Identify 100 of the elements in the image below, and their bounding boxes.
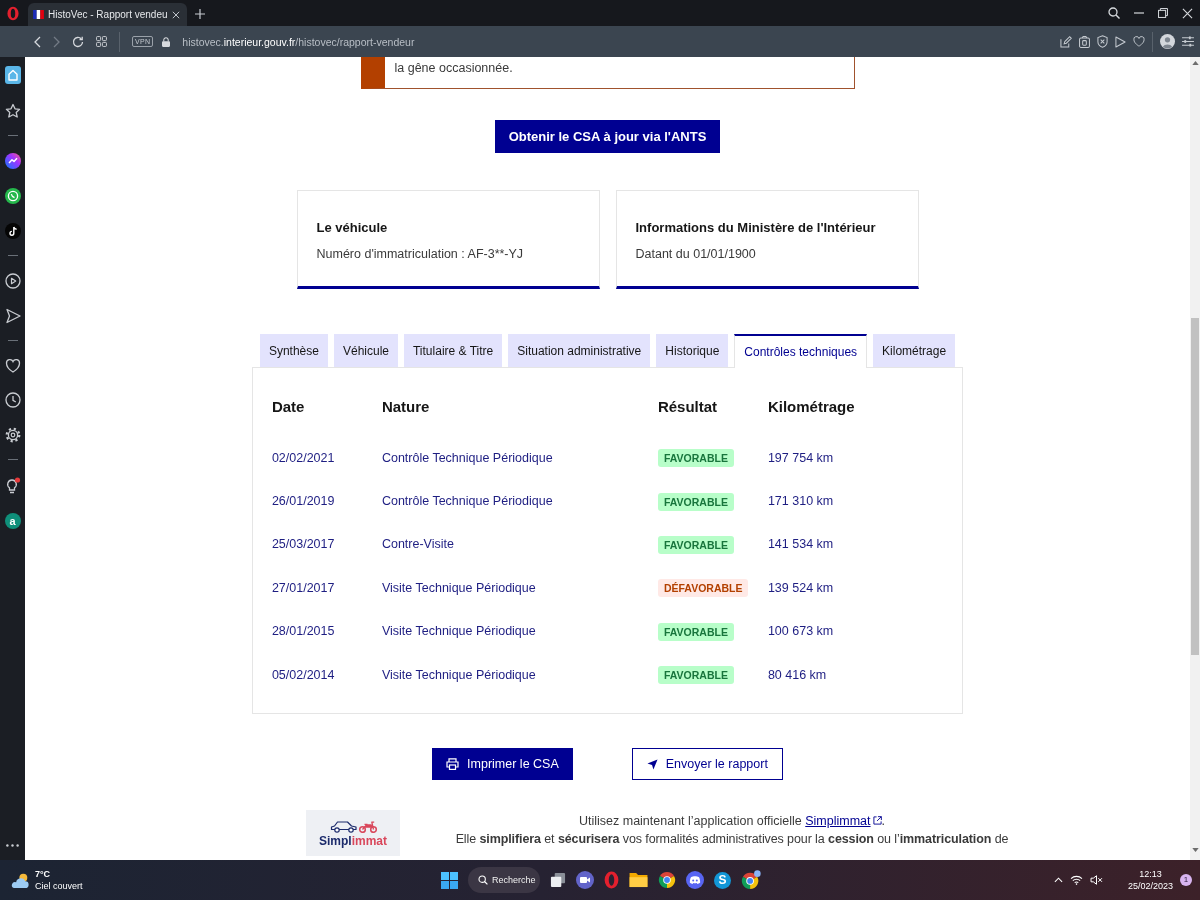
caret-up-icon[interactable]: [1191, 61, 1199, 65]
play-circle-icon[interactable]: [4, 273, 21, 289]
date-cell-text: 27/01/2017: [271, 580, 336, 595]
close-icon[interactable]: [1182, 7, 1193, 19]
search-icon[interactable]: [1108, 7, 1120, 19]
section-tab[interactable]: Synthèse: [259, 334, 328, 367]
mileage-cell-text: 80 416 km: [767, 667, 828, 682]
nature-cell-text: Contrôle Technique Périodique: [381, 450, 554, 465]
alert-text: la gêne occasionnée.: [393, 60, 514, 77]
date-cell-text: 26/01/2019: [271, 494, 336, 509]
column-header: Résultat: [657, 397, 719, 415]
nature-cell-text: Contrôle Technique Périodique: [381, 494, 554, 509]
scrollbar-track[interactable]: [1190, 57, 1200, 860]
card-title: Informations du Ministère de l'Intérieur: [635, 220, 877, 236]
shield-icon[interactable]: [1097, 35, 1108, 48]
section-tab[interactable]: Situation administrative: [508, 334, 651, 367]
printer-icon: [446, 758, 460, 771]
plus-icon[interactable]: [194, 9, 205, 19]
whatsapp-logo-icon[interactable]: [4, 188, 21, 204]
heart-icon[interactable]: [1133, 36, 1145, 47]
restore-icon[interactable]: [1158, 8, 1168, 18]
card-text: Numéro d'immatriculation : AF-3**-YJ: [316, 246, 525, 262]
video-call-icon[interactable]: [576, 871, 594, 889]
nature-cell-text: Visite Technique Périodique: [381, 624, 537, 639]
result-badge: FAVORABLE: [657, 666, 734, 685]
browser-tab[interactable]: HistoVec - Rapport vendeu: [28, 3, 187, 26]
lock-icon[interactable]: [162, 36, 171, 47]
scrollbar-thumb[interactable]: [1191, 318, 1199, 655]
task-view-icon[interactable]: [550, 872, 566, 888]
wifi-icon[interactable]: [1069, 875, 1083, 885]
column-header: Date: [271, 397, 306, 415]
section-tab[interactable]: Contrôles techniques: [734, 334, 868, 368]
heart-icon[interactable]: [4, 358, 21, 373]
section-tab[interactable]: Titulaire & Titre: [404, 334, 503, 367]
card-title: Le véhicule: [316, 220, 389, 236]
folder-icon[interactable]: [629, 872, 648, 888]
promo-text: Utilisez maintenant l’application officielle Simplimmat .: [577, 813, 887, 831]
app-button[interactable]: a: [4, 513, 21, 529]
mileage-cell-text: 197 754 km: [767, 450, 835, 465]
date-cell-text: 05/02/2014: [271, 667, 336, 682]
windows-logo-icon[interactable]: [441, 871, 458, 889]
print-button[interactable]: Imprimer le CSA: [432, 748, 573, 781]
home-icon[interactable]: [4, 66, 21, 84]
url-text[interactable]: histovec.interieur.gouv.fr/histovec/rapport-vendeur: [182, 35, 415, 48]
simplimmat-link[interactable]: Simplimmat: [805, 814, 882, 829]
close-icon[interactable]: [171, 10, 180, 19]
grid-icon[interactable]: [96, 36, 107, 47]
notification-badge[interactable]: 1: [1180, 874, 1192, 886]
back-icon[interactable]: [34, 35, 41, 48]
date-cell-text: 02/02/2021: [271, 450, 336, 465]
discord-logo-icon[interactable]: [686, 871, 704, 889]
section-tab[interactable]: Kilométrage: [873, 334, 956, 367]
clock-date[interactable]: 25/02/2023: [1127, 880, 1173, 892]
send-report-button[interactable]: Envoyer le rapport: [631, 748, 783, 781]
mileage-cell-text: 100 673 km: [767, 624, 835, 639]
nature-cell-text: Visite Technique Périodique: [381, 667, 537, 682]
opera-logo-icon[interactable]: [604, 871, 619, 889]
ants-button[interactable]: Obtenir le CSA à jour via l'ANTS: [494, 120, 721, 153]
clock-icon[interactable]: [4, 392, 21, 408]
tiktok-logo-icon[interactable]: [4, 223, 21, 239]
card-text: Datant du 01/01/1900: [635, 246, 757, 262]
column-header: Kilométrage: [767, 397, 856, 415]
search-field[interactable]: Recherche: [468, 867, 540, 893]
chevron-up-icon[interactable]: [1053, 877, 1063, 883]
column-header: Nature: [381, 397, 431, 415]
send-icon[interactable]: [4, 308, 21, 324]
logo-wordmark: Simplimmat: [319, 833, 387, 848]
car-icon: [329, 818, 358, 833]
weather-condition-text: Ciel couvert: [35, 880, 83, 892]
description-text: Elle simplifiera et sécurisera vos formalités administratives pour la cession ou l’immatriculation de: [454, 831, 1010, 849]
star-icon[interactable]: [4, 103, 21, 119]
search-icon: [478, 875, 488, 885]
caret-down-icon[interactable]: [1191, 848, 1199, 852]
chrome-logo-icon[interactable]: [658, 871, 676, 889]
reload-icon[interactable]: [72, 35, 84, 48]
navigation-arrow-icon: [646, 758, 658, 770]
mileage-cell-text: 141 534 km: [767, 537, 835, 552]
more-icon[interactable]: [6, 844, 19, 847]
edit-icon[interactable]: [1060, 35, 1072, 48]
messenger-logo-icon[interactable]: [4, 153, 21, 169]
avatar-icon[interactable]: [1160, 34, 1175, 49]
mileage-cell-text: 171 310 km: [767, 494, 835, 509]
clock-time[interactable]: 12:13: [1139, 868, 1162, 880]
settings-icon[interactable]: [4, 427, 21, 443]
chrome-logo-icon[interactable]: [741, 870, 761, 890]
external-link-icon: [872, 816, 882, 826]
date-cell-text: 28/01/2015: [271, 624, 336, 639]
section-tab[interactable]: Véhicule: [333, 334, 398, 367]
sliders-icon[interactable]: [1182, 36, 1194, 47]
nature-cell-text: Contre-Visite: [381, 537, 455, 552]
muted-speaker-icon[interactable]: [1089, 875, 1103, 885]
lightbulb-icon[interactable]: [4, 477, 21, 494]
weather-icon[interactable]: [10, 871, 31, 889]
section-tab[interactable]: Historique: [656, 334, 729, 367]
nature-cell-text: Visite Technique Périodique: [381, 580, 537, 595]
camera-icon[interactable]: [1079, 35, 1090, 48]
send-icon[interactable]: [1115, 35, 1126, 48]
temperature-text: 7°C: [35, 868, 52, 880]
opera-logo-icon[interactable]: [6, 5, 19, 21]
result-badge: FAVORABLE: [657, 492, 734, 511]
